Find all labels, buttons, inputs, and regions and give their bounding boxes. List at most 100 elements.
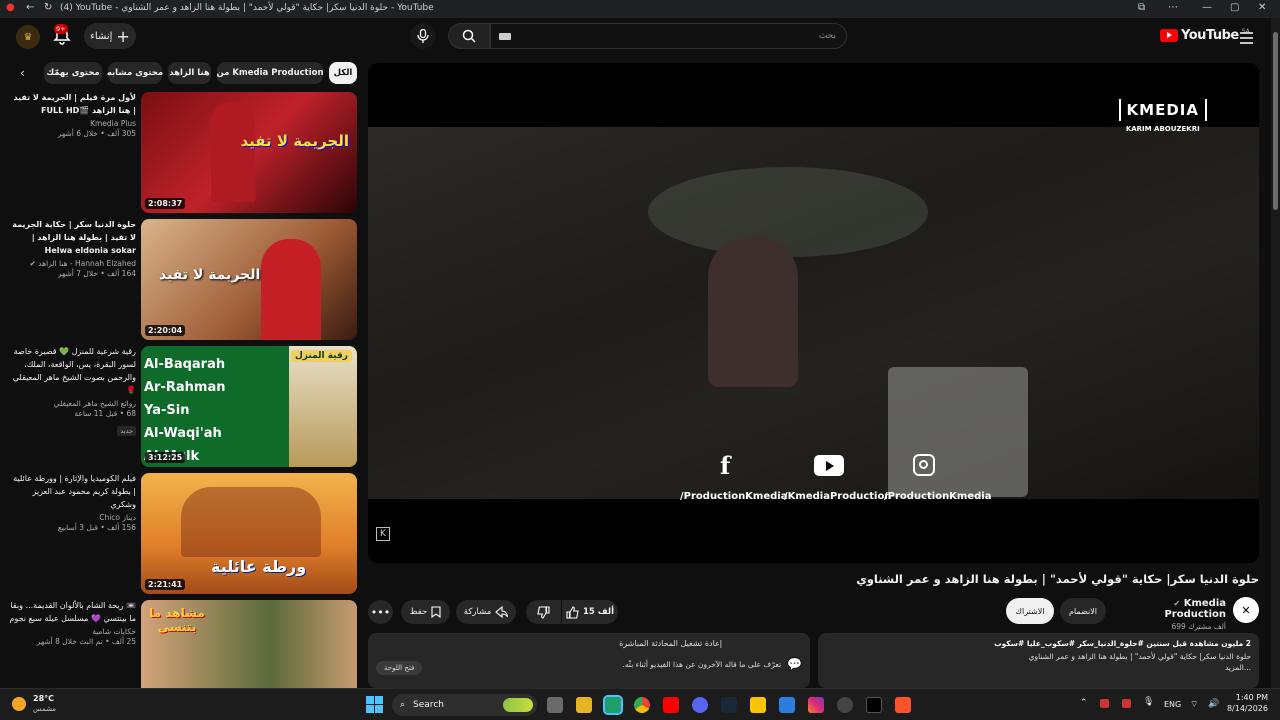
sidebar-item-4[interactable]: 📼 ريحة الشام بالألوان القديمة... وبقا ما… (8, 599, 136, 646)
avatar[interactable]: ♛ (16, 25, 40, 49)
tray-app-icon[interactable] (1122, 699, 1131, 708)
settings-icon[interactable] (837, 697, 853, 713)
video-title[interactable]: لأول مرة فيلم | الجريمة لا تفيد | هنا ال… (8, 91, 136, 117)
chips-prev-chevron-icon[interactable]: ‹ (20, 66, 25, 80)
channel-name[interactable]: Hannah Elzahed - هنا الزاهد ✔ (8, 259, 136, 268)
hamburger-menu-icon[interactable] (1240, 29, 1253, 48)
tray-mic-icon[interactable]: 🎙 (1143, 697, 1154, 707)
tray-chevron-icon[interactable]: ⌃ (1080, 698, 1088, 708)
extensions-icon[interactable]: ⧉ (1138, 2, 1145, 13)
channel-info[interactable]: ✔ Kmedia Production 699 ألف مشترك (1110, 598, 1226, 631)
more-actions-button[interactable]: ••• (368, 600, 393, 624)
clock[interactable]: 1:40 PM 8/14/2026 (1226, 693, 1268, 713)
join-button[interactable]: الانضمام (1060, 598, 1106, 624)
network-icon[interactable]: ⌔ (1190, 699, 1198, 710)
search-highlight-icon (503, 698, 533, 712)
discord-icon[interactable] (692, 697, 708, 713)
keyboard-icon[interactable] (499, 33, 511, 40)
description-box[interactable]: 2 مليون مشاهدة قبل سنتين #حلوة_الدنيا_سك… (818, 633, 1259, 688)
app-store-icon[interactable] (603, 695, 623, 715)
sidebar-item-3[interactable]: فيلم الكوميديا والإثارة | وورطة عائلية |… (8, 472, 136, 532)
app-icon-blue[interactable] (779, 697, 795, 713)
channel-name[interactable]: حكايات شامية (8, 627, 136, 636)
youtube-app-icon[interactable] (663, 697, 679, 713)
sidebar-item-2[interactable]: رقية شرعية للمنزل 💚 قصيرة خاصة لسور البق… (8, 345, 136, 437)
video-title[interactable]: 📼 ريحة الشام بالألوان القديمة... وبقا ما… (8, 599, 136, 625)
mail-icon[interactable] (750, 697, 766, 713)
taskbar-search[interactable]: ⌕ Search (392, 694, 537, 716)
social-youtube: /KmediaProduction (784, 455, 891, 502)
chat-replay-text: تعرّف على ما قاله الآخرون عن هذا الفيديو… (622, 659, 782, 669)
task-view-icon[interactable] (547, 697, 563, 713)
chip-related[interactable]: محتوى مشابه (107, 62, 163, 84)
brave-icon[interactable] (895, 697, 911, 713)
search-input[interactable]: بحث (490, 23, 847, 49)
open-panel-button[interactable]: فتح اللوحة (376, 661, 423, 675)
instagram-app-icon[interactable] (808, 697, 824, 713)
browser-titlebar: ● ← ↻ (4) YouTube - حلوة الدنيا سكر| حكا… (0, 0, 1280, 18)
chip-all[interactable]: الكل (329, 62, 357, 84)
chrome-icon[interactable] (634, 697, 650, 713)
channel-avatar[interactable]: ✕ (1233, 597, 1259, 623)
file-explorer-icon[interactable] (576, 697, 592, 713)
back-icon[interactable]: ← (26, 2, 34, 13)
close-icon[interactable]: ✕ (1258, 2, 1266, 13)
video-title[interactable]: حلوة الدنيا سكر | حكاية الجريمة لا تفيد … (8, 218, 136, 257)
app-icon: ● (6, 2, 15, 13)
youtube-icon (814, 455, 844, 476)
video-title[interactable]: فيلم الكوميديا والإثارة | وورطة عائلية |… (8, 472, 136, 511)
thumbnail-1[interactable]: الجريمة لا تفيد 2:20:04 (141, 219, 357, 340)
share-button[interactable]: مشاركة (456, 600, 516, 624)
scrollbar[interactable] (1271, 18, 1280, 688)
weather-sun-icon[interactable] (12, 697, 26, 711)
sidebar-item-0[interactable]: لأول مرة فيلم | الجريمة لا تفيد | هنا ال… (8, 91, 136, 138)
create-button[interactable]: إنشاء + (84, 23, 136, 49)
show-more-link[interactable]: ...المزيد (826, 663, 1251, 672)
windows-start-icon[interactable] (366, 696, 383, 717)
steam-icon[interactable] (721, 697, 737, 713)
scrollbar-thumb[interactable] (1273, 32, 1278, 210)
thumbnail-2[interactable]: رقية المنزل Al-Baqarah Ar-Rahman Ya-Sin Al-… (141, 346, 357, 467)
tiktok-icon[interactable] (866, 697, 882, 713)
search-button[interactable] (448, 23, 490, 49)
plus-icon: + (116, 26, 130, 46)
dislike-button[interactable] (526, 600, 561, 624)
thumbs-up-icon (566, 605, 579, 619)
thumbnail-4[interactable]: مشاهد ما بتنسى (141, 600, 357, 688)
sidebar-item-1[interactable]: حلوة الدنيا سكر | حكاية الجريمة لا تفيد … (8, 218, 136, 278)
verified-icon: ✔ (29, 259, 36, 268)
chat-bubble-icon: 💬 (787, 657, 802, 671)
menu-dots-icon[interactable]: ⋯ (1168, 2, 1178, 13)
subscribe-button[interactable]: الاشتراك (1006, 598, 1054, 624)
volume-icon[interactable]: 🔊 (1208, 699, 1219, 709)
thumbnail-3[interactable]: ورطة عائلية 2:21:41 (141, 473, 357, 594)
youtube-logo[interactable]: YouTube SA (1160, 28, 1250, 43)
language-indicator[interactable]: ENG (1164, 700, 1181, 709)
video-title[interactable]: رقية شرعية للمنزل 💚 قصيرة خاصة لسور البق… (8, 345, 136, 397)
thumb-text: الجريمة لا تفيد (159, 267, 261, 283)
view-stats: 156 ألف • قبل 3 أسابيع (57, 523, 136, 532)
voice-search-button[interactable] (410, 23, 436, 49)
tray-app-icon[interactable] (1100, 699, 1109, 708)
maximize-icon[interactable]: ▢ (1230, 2, 1239, 13)
like-button[interactable]: 15 ألف (562, 600, 618, 624)
chip-for-you[interactable]: محتوى يهمّك (44, 62, 102, 84)
weather-text[interactable]: مشمس (33, 705, 56, 713)
reload-icon[interactable]: ↻ (44, 2, 52, 13)
channel-name[interactable]: ديناز Chico (8, 513, 136, 522)
chip-hana[interactable]: هنا الزاهد (168, 62, 211, 84)
taskbar: 28°C مشمس ⌕ Search ⌃ 🎙 ENG ⌔ 🔊 1:40 PM 8/1… (0, 688, 1280, 720)
thumb-figure (211, 102, 255, 202)
channel-name[interactable]: Kmedia Plus (8, 119, 136, 128)
weather-temp[interactable]: 28°C (33, 694, 54, 703)
thumb-cast (181, 487, 321, 557)
video-player[interactable]: KMEDIA KARIM ABOUZEKRI f /ProductionKmed… (368, 63, 1259, 563)
notifications-bell-icon[interactable]: 9+ (52, 24, 72, 50)
scene-object (888, 367, 1028, 497)
save-button[interactable]: حفظ (401, 600, 450, 624)
subscriber-count: 699 ألف مشترك (1171, 622, 1226, 631)
channel-name[interactable]: روائع الشيخ ماهر المعيقلي (8, 399, 136, 408)
minimize-icon[interactable]: — (1202, 2, 1212, 13)
chip-from-channel[interactable]: من Kmedia Production (216, 62, 324, 84)
thumbnail-0[interactable]: الجريمة لا تفيد 2:08:37 (141, 92, 357, 213)
